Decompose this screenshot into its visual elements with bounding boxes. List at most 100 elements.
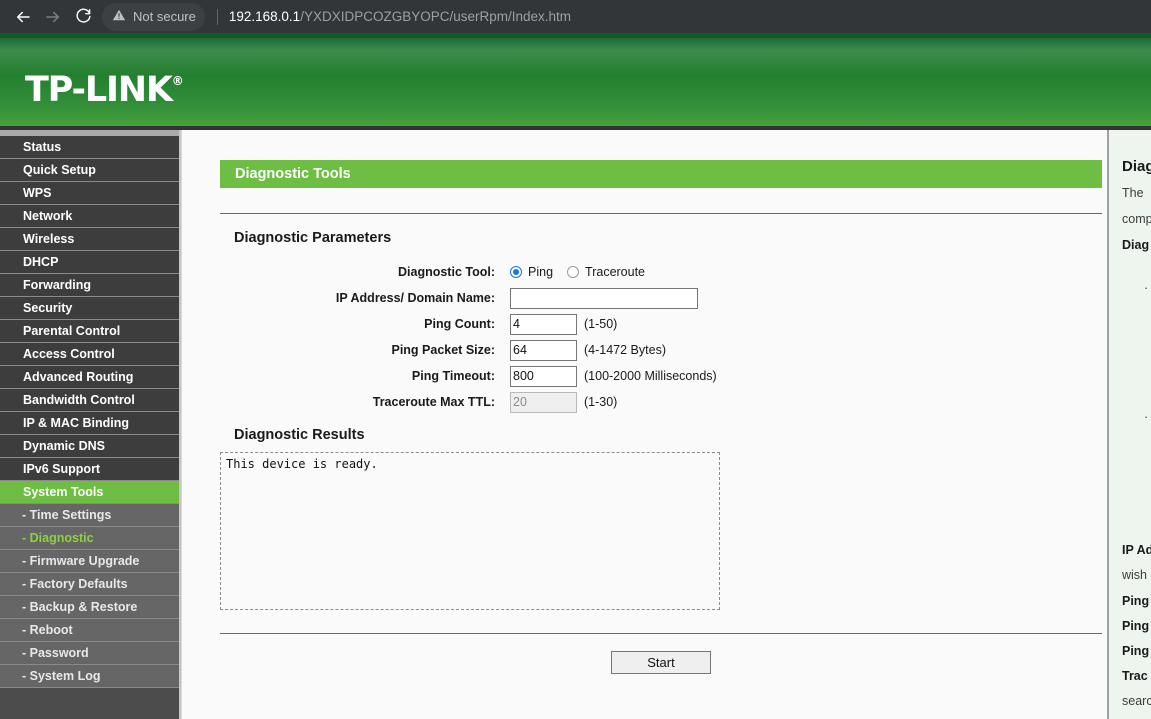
reload-button[interactable]	[68, 2, 98, 32]
help-panel: Diag The comp Diag · · IP Ad wish Ping P…	[1107, 130, 1151, 719]
address-bar[interactable]: Not secure 192.168.0.1 /YXDXIDPCOZGBYOPC…	[102, 2, 1151, 31]
page-title-bar: Diagnostic Tools	[220, 160, 1102, 188]
help-spacer-middle	[1122, 306, 1151, 410]
sidebar-item-label: WPS	[23, 186, 52, 200]
sidebar-item-ip-mac-binding[interactable]: IP & MAC Binding	[0, 412, 179, 435]
sidebar-item-label: IP & MAC Binding	[23, 416, 130, 430]
radio-ping-icon[interactable]	[510, 266, 522, 278]
sidebar-item-system-log[interactable]: - System Log	[0, 665, 179, 688]
sidebar-item-access-control[interactable]: Access Control	[0, 343, 179, 366]
main-content: Diagnostic Tools Diagnostic Parameters D…	[181, 130, 1107, 719]
ping-timeout-input[interactable]	[510, 365, 577, 387]
label-traceroute-max-ttl: Traceroute Max TTL:	[372, 395, 495, 409]
sidebar-item-forwarding[interactable]: Forwarding	[0, 274, 179, 297]
hint-ping-count: (1-50)	[584, 317, 618, 331]
sidebar-item-wps[interactable]: WPS	[0, 182, 179, 205]
ping-packet-size-input[interactable]	[510, 339, 577, 361]
traceroute-max-ttl-input[interactable]	[510, 391, 577, 413]
sidebar-item-dhcp[interactable]: DHCP	[0, 251, 179, 274]
sidebar-item-label: System Tools	[23, 485, 104, 499]
parameters-heading: Diagnostic Parameters	[234, 230, 392, 246]
sidebar-item-diagnostic[interactable]: - Diagnostic	[0, 527, 179, 550]
back-arrow-icon	[14, 8, 32, 26]
help-term-ping-timeout: Ping	[1122, 644, 1150, 658]
diagnostic-results-text: This device is ready.	[226, 457, 378, 471]
form-row-tool: Diagnostic Tool: Ping Traceroute	[220, 259, 1107, 285]
sidebar-item-system-tools[interactable]: System Tools	[0, 481, 179, 504]
security-status-chip[interactable]: Not secure	[102, 2, 205, 31]
sidebar-item-backup-restore[interactable]: - Backup & Restore	[0, 596, 179, 619]
page-title: Diagnostic Tools	[235, 166, 351, 182]
brand-banner: TP-LINK®	[0, 38, 1151, 126]
sidebar-item-parental-control[interactable]: Parental Control	[0, 320, 179, 343]
button-row: Start	[220, 651, 1102, 674]
sidebar-item-label: Security	[23, 301, 73, 315]
start-button[interactable]: Start	[611, 651, 711, 674]
form-row-address: IP Address/ Domain Name:	[220, 285, 1107, 311]
help-spacer-top	[1122, 263, 1151, 281]
sidebar-item-label: - Diagnostic	[22, 531, 94, 545]
page-body: Status Quick Setup WPS Network Wireless DHCP F…	[0, 130, 1151, 719]
browser-toolbar: Not secure 192.168.0.1 /YXDXIDPCOZGBYOPC…	[0, 0, 1151, 33]
help-term-ping-packet-size: Ping	[1122, 619, 1150, 633]
title-divider	[220, 213, 1102, 214]
ping-count-input[interactable]	[510, 313, 577, 335]
sidebar-item-password[interactable]: - Password	[0, 642, 179, 665]
ip-address-input[interactable]	[510, 287, 698, 309]
sidebar-item-label: - Reboot	[22, 623, 73, 637]
help-term-traceroute-text: searc	[1122, 694, 1151, 708]
sidebar-item-status[interactable]: Status	[0, 136, 179, 159]
help-bullet-1: ·	[1144, 281, 1149, 295]
sidebar-item-factory-defaults[interactable]: - Factory Defaults	[0, 573, 179, 596]
radio-option-traceroute[interactable]: Traceroute	[567, 265, 645, 279]
sidebar-item-label: Bandwidth Control	[23, 393, 135, 407]
hint-ping-timeout: (100-2000 Milliseconds)	[584, 369, 717, 383]
sidebar-item-label: Advanced Routing	[23, 370, 134, 384]
radio-traceroute-icon[interactable]	[567, 266, 580, 278]
radio-option-ping[interactable]: Ping	[510, 265, 553, 279]
sidebar-item-label: - Firmware Upgrade	[22, 554, 140, 568]
sidebar-item-dynamic-dns[interactable]: Dynamic DNS	[0, 435, 179, 458]
sidebar-item-wireless[interactable]: Wireless	[0, 228, 179, 251]
form-row-traceroute-max-ttl: Traceroute Max TTL: (1-30)	[220, 389, 1107, 415]
security-status-text: Not secure	[133, 9, 196, 24]
sidebar-item-label: - Factory Defaults	[22, 577, 128, 591]
back-button[interactable]	[8, 2, 38, 32]
help-bullet-2: ·	[1144, 410, 1149, 424]
label-ping-timeout: Ping Timeout:	[411, 369, 495, 383]
form-row-ping-count: Ping Count: (1-50)	[220, 311, 1107, 337]
sidebar-item-advanced-routing[interactable]: Advanced Routing	[0, 366, 179, 389]
form-row-ping-packet-size: Ping Packet Size: (4-1472 Bytes)	[220, 337, 1107, 363]
help-term-traceroute: Trac	[1122, 669, 1148, 683]
radio-traceroute-label: Traceroute	[585, 265, 646, 279]
sidebar-item-quick-setup[interactable]: Quick Setup	[0, 159, 179, 182]
sidebar-item-ipv6-support[interactable]: IPv6 Support	[0, 458, 179, 481]
reload-icon	[75, 8, 92, 25]
omnibox-divider	[216, 8, 218, 25]
diagnostic-results-box[interactable]: This device is ready.	[220, 452, 720, 610]
sidebar-item-label: Quick Setup	[23, 163, 96, 177]
forward-button[interactable]	[38, 2, 68, 32]
results-heading: Diagnostic Results	[234, 427, 365, 443]
sidebar-item-security[interactable]: Security	[0, 297, 179, 320]
sidebar-item-time-settings[interactable]: - Time Settings	[0, 504, 179, 527]
sidebar-item-label: Parental Control	[23, 324, 121, 338]
sidebar-item-firmware-upgrade[interactable]: - Firmware Upgrade	[0, 550, 179, 573]
help-term-ip-address-text: wish	[1122, 568, 1148, 582]
form-row-ping-timeout: Ping Timeout: (100-2000 Milliseconds)	[220, 363, 1107, 389]
sidebar-item-label: Dynamic DNS	[23, 439, 105, 453]
sidebar-item-label: Access Control	[23, 347, 115, 361]
url-path: /YXDXIDPCOZGBYOPC/userRpm/Index.htm	[300, 9, 572, 24]
label-ping-count: Ping Count:	[424, 317, 495, 331]
hint-ping-packet-size: (4-1472 Bytes)	[584, 343, 666, 357]
help-spacer-lower	[1122, 435, 1151, 539]
sidebar-item-label: Wireless	[23, 232, 75, 246]
registered-mark: ®	[171, 74, 184, 88]
sidebar-item-bandwidth-control[interactable]: Bandwidth Control	[0, 389, 179, 412]
sidebar-item-network[interactable]: Network	[0, 205, 179, 228]
resize-handle-icon[interactable]	[706, 596, 718, 608]
help-term-ip-address: IP Ad	[1122, 543, 1151, 557]
sidebar-item-label: Status	[23, 140, 62, 154]
tplink-logo: TP-LINK®	[25, 70, 184, 110]
sidebar-item-reboot[interactable]: - Reboot	[0, 619, 179, 642]
